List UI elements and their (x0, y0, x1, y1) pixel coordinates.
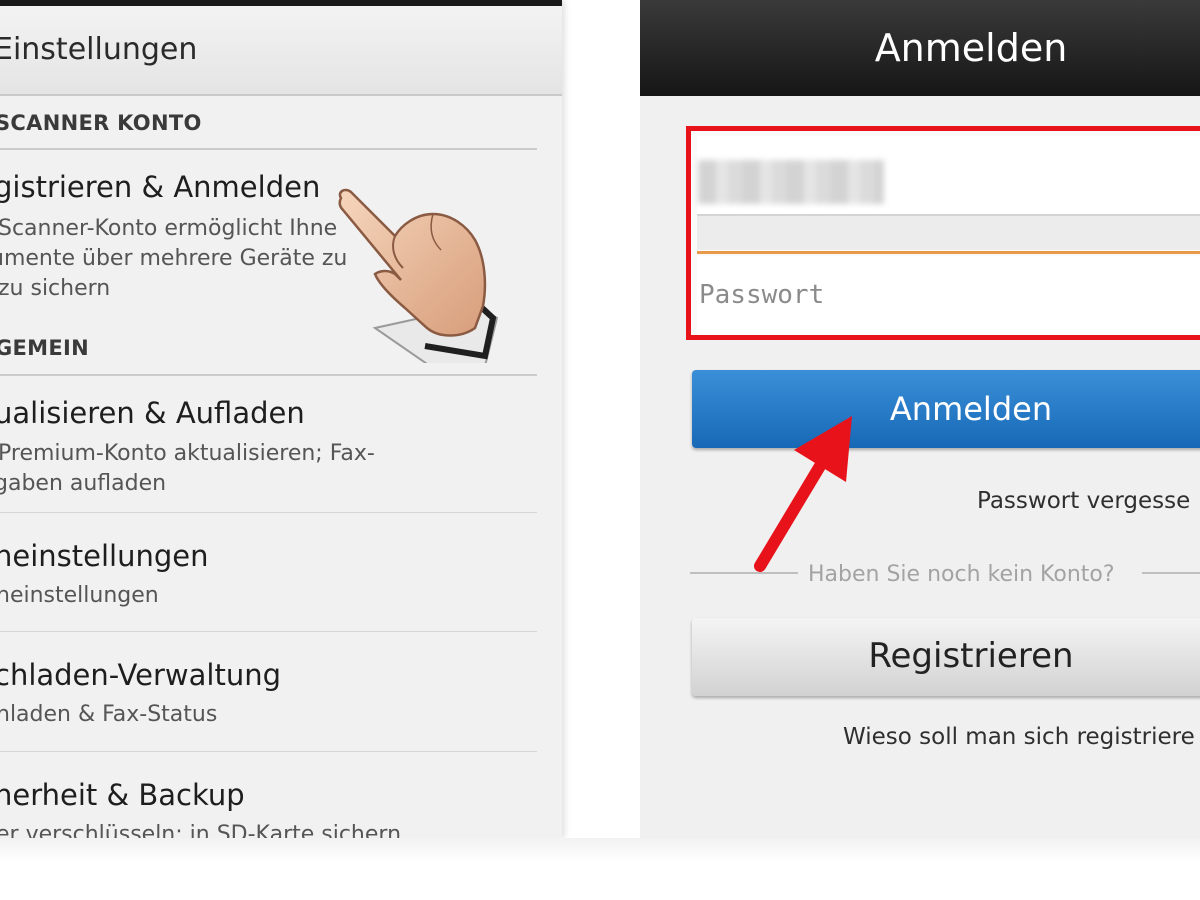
forgot-password-link[interactable]: Passwort vergesse (977, 488, 1190, 514)
password-field[interactable] (697, 256, 1200, 334)
login-action-bar: Anmelden (640, 0, 1200, 96)
settings-item-subtitle: gaben aufladen (0, 471, 167, 496)
settings-item-subtitle: hladen & Fax-Status (0, 702, 218, 727)
field-separator (697, 216, 1200, 250)
red-arrow-icon (754, 416, 852, 572)
why-register-link[interactable]: Wieso soll man sich registriere (843, 724, 1195, 750)
settings-item-subtitle: er verschlüsseln; in SD-Karte sichern (0, 822, 402, 838)
login-screen: Anmelden Anmelden Passwort vergesse Habe… (640, 0, 1200, 838)
section-header-scanner-konto: SCANNER KONTO (0, 111, 202, 135)
settings-item-subtitle: Scanner-Konto ermöglicht Ihne (0, 216, 338, 241)
settings-action-bar: Einstellungen (0, 6, 562, 96)
settings-item-title: ualisieren & Aufladen (0, 396, 305, 430)
section-header-allgemein: GEMEIN (0, 336, 90, 360)
settings-item-security-backup[interactable]: herheit & Backup er verschlüsseln; in SD… (0, 752, 537, 838)
register-button-label: Registrieren (868, 636, 1074, 676)
settings-item-title: herheit & Backup (0, 778, 245, 812)
hand-pointer-icon (338, 188, 499, 363)
settings-item-subtitle: neinstellungen (0, 583, 159, 608)
settings-item-scan-settings[interactable]: neinstellungen neinstellungen (0, 513, 537, 631)
settings-item-title: neinstellungen (0, 539, 209, 573)
separator-line (1142, 572, 1200, 574)
settings-title: Einstellungen (0, 32, 198, 67)
settings-item-subtitle: umente über mehrere Geräte zu (0, 246, 348, 271)
register-button[interactable]: Registrieren (692, 618, 1200, 696)
settings-item-upload-management[interactable]: chladen-Verwaltung hladen & Fax-Status (0, 632, 537, 750)
settings-item-title: chladen-Verwaltung (0, 658, 281, 692)
login-title: Anmelden (874, 26, 1068, 70)
settings-item-subtitle: Premium-Konto aktualisieren; Fax- (0, 441, 375, 466)
bottom-shadow (0, 838, 1200, 900)
field-focus-underline (697, 251, 1200, 254)
settings-item-title: gistrieren & Anmelden (0, 170, 321, 204)
settings-screen: Einstellungen SCANNER KONTO gistrieren &… (0, 0, 562, 838)
settings-item-subtitle: zu sichern (0, 276, 111, 301)
settings-item-upgrade[interactable]: ualisieren & Aufladen Premium-Konto aktu… (0, 376, 537, 512)
blurred-email-value (698, 160, 884, 204)
